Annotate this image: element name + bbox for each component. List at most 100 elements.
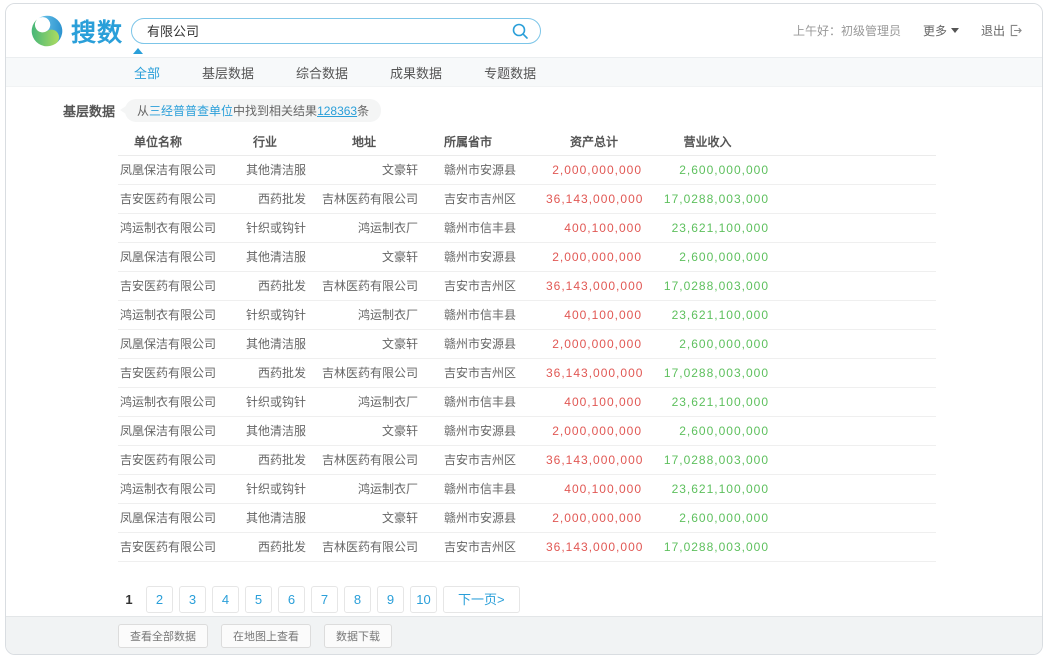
table-row: 凤凰保洁有限公司其他清洁服文豪轩赣州市安源县2,000,000,0002,600… [118, 416, 936, 445]
cell-address: 文豪轩 [308, 416, 420, 445]
cell-industry: 其他清洁服 [222, 329, 308, 358]
cell-revenue: 23,621,100,000 [644, 474, 771, 503]
page-button[interactable]: 10 [410, 586, 437, 613]
cell-total-assets: 400,100,000 [544, 474, 644, 503]
result-middle: 中找到相关结果 [233, 104, 317, 118]
cell-region: 吉安市吉州区 [420, 358, 544, 387]
result-suffix: 条 [357, 104, 369, 118]
section-label: 基层数据 [63, 101, 115, 120]
table-row: 凤凰保洁有限公司其他清洁服文豪轩赣州市安源县2,000,000,0002,600… [118, 155, 936, 184]
page-button[interactable]: 5 [245, 586, 272, 613]
cell-region: 吉安市吉州区 [420, 445, 544, 474]
cell-company-name: 鸿运制衣有限公司 [118, 213, 222, 242]
tab-achievement-data[interactable]: 成果数据 [390, 63, 442, 82]
cell-industry: 西药批发 [222, 532, 308, 561]
cell-company-name: 凤凰保洁有限公司 [118, 242, 222, 271]
table-body: 凤凰保洁有限公司其他清洁服文豪轩赣州市安源县2,000,000,0002,600… [118, 155, 936, 561]
cell-industry: 西药批发 [222, 445, 308, 474]
cell-total-assets: 400,100,000 [544, 387, 644, 416]
cell-total-assets: 36,143,000,000 [544, 532, 644, 561]
next-page-button[interactable]: 下一页> [443, 586, 520, 613]
cell-region: 赣州市信丰县 [420, 387, 544, 416]
download-data-button[interactable]: 数据下载 [324, 624, 392, 648]
column-header-name: 单位名称 [118, 129, 222, 155]
search-icon[interactable] [511, 22, 529, 45]
tab-all[interactable]: 全部 [134, 63, 160, 82]
cell-company-name: 吉安医药有限公司 [118, 358, 222, 387]
cell-industry: 其他清洁服 [222, 416, 308, 445]
cell-total-assets: 2,000,000,000 [544, 155, 644, 184]
cell-spacer [771, 503, 936, 532]
cell-total-assets: 2,000,000,000 [544, 329, 644, 358]
logo-swirl-icon [30, 14, 64, 48]
top-bar: 搜数 上午好：初级管理员 更多 退出 [6, 4, 1042, 57]
cell-spacer [771, 532, 936, 561]
cell-industry: 针织或钩针 [222, 387, 308, 416]
results-table: 单位名称 行业 地址 所属省市 资产总计 营业收入 凤凰保洁有限公司其他清洁服文… [118, 129, 936, 562]
page-button[interactable]: 7 [311, 586, 338, 613]
tab-basic-data[interactable]: 基层数据 [202, 63, 254, 82]
cell-company-name: 吉安医药有限公司 [118, 271, 222, 300]
table-row: 鸿运制衣有限公司针织或钩针鸿运制衣厂赣州市信丰县400,100,00023,62… [118, 300, 936, 329]
cell-revenue: 23,621,100,000 [644, 387, 771, 416]
column-header-address: 地址 [308, 129, 420, 155]
cell-address: 吉林医药有限公司 [308, 358, 420, 387]
cell-revenue: 23,621,100,000 [644, 300, 771, 329]
logo-text: 搜数 [71, 13, 123, 49]
app-logo[interactable]: 搜数 [30, 13, 123, 49]
cell-spacer [771, 242, 936, 271]
result-count-link[interactable]: 128363 [317, 104, 357, 118]
cell-spacer [771, 184, 936, 213]
page-button[interactable]: 4 [212, 586, 239, 613]
cell-spacer [771, 329, 936, 358]
cell-address: 鸿运制衣厂 [308, 474, 420, 503]
logout-icon [1009, 24, 1022, 37]
page-button[interactable]: 8 [344, 586, 371, 613]
view-on-map-button[interactable]: 在地图上查看 [221, 624, 311, 648]
page-button[interactable]: 2 [146, 586, 173, 613]
column-header-industry: 行业 [222, 129, 308, 155]
page-button[interactable]: 3 [179, 586, 206, 613]
table-row: 吉安医药有限公司西药批发吉林医药有限公司吉安市吉州区36,143,000,000… [118, 532, 936, 561]
pagination-pages: 2345678910 [146, 586, 437, 613]
cell-revenue: 17,0288,003,000 [644, 184, 771, 213]
cell-spacer [771, 416, 936, 445]
cell-total-assets: 400,100,000 [544, 213, 644, 242]
chevron-down-icon [951, 28, 959, 33]
active-tab-pointer-icon [133, 48, 143, 54]
cell-address: 吉林医药有限公司 [308, 445, 420, 474]
cell-spacer [771, 271, 936, 300]
cell-company-name: 吉安医药有限公司 [118, 445, 222, 474]
cell-spacer [771, 213, 936, 242]
cell-total-assets: 2,000,000,000 [544, 416, 644, 445]
table-row: 鸿运制衣有限公司针织或钩针鸿运制衣厂赣州市信丰县400,100,00023,62… [118, 387, 936, 416]
view-all-data-button[interactable]: 查看全部数据 [118, 624, 208, 648]
logout-button[interactable]: 退出 [981, 22, 1022, 39]
source-link[interactable]: 三经普普查单位 [149, 104, 233, 118]
app-window: 搜数 上午好：初级管理员 更多 退出 [5, 3, 1043, 655]
cell-revenue: 23,621,100,000 [644, 213, 771, 242]
table-row: 凤凰保洁有限公司其他清洁服文豪轩赣州市安源县2,000,000,0002,600… [118, 329, 936, 358]
tab-comprehensive-data[interactable]: 综合数据 [296, 63, 348, 82]
cell-company-name: 凤凰保洁有限公司 [118, 155, 222, 184]
page-button[interactable]: 6 [278, 586, 305, 613]
top-bar-right: 上午好：初级管理员 更多 退出 [793, 22, 1022, 39]
table-header-row: 单位名称 行业 地址 所属省市 资产总计 营业收入 [118, 129, 936, 155]
cell-company-name: 吉安医药有限公司 [118, 184, 222, 213]
table-row: 鸿运制衣有限公司针织或钩针鸿运制衣厂赣州市信丰县400,100,00023,62… [118, 213, 936, 242]
cell-region: 吉安市吉州区 [420, 532, 544, 561]
cell-address: 文豪轩 [308, 242, 420, 271]
cell-spacer [771, 387, 936, 416]
cell-total-assets: 2,000,000,000 [544, 503, 644, 532]
cell-industry: 针织或钩针 [222, 213, 308, 242]
cell-address: 鸿运制衣厂 [308, 300, 420, 329]
cell-region: 赣州市信丰县 [420, 474, 544, 503]
cell-region: 赣州市安源县 [420, 329, 544, 358]
page-button[interactable]: 9 [377, 586, 404, 613]
cell-region: 赣州市信丰县 [420, 300, 544, 329]
search-input[interactable] [131, 18, 541, 44]
tab-topic-data[interactable]: 专题数据 [484, 63, 536, 82]
more-button[interactable]: 更多 [923, 22, 959, 39]
table-row: 鸿运制衣有限公司针织或钩针鸿运制衣厂赣州市信丰县400,100,00023,62… [118, 474, 936, 503]
cell-industry: 其他清洁服 [222, 503, 308, 532]
